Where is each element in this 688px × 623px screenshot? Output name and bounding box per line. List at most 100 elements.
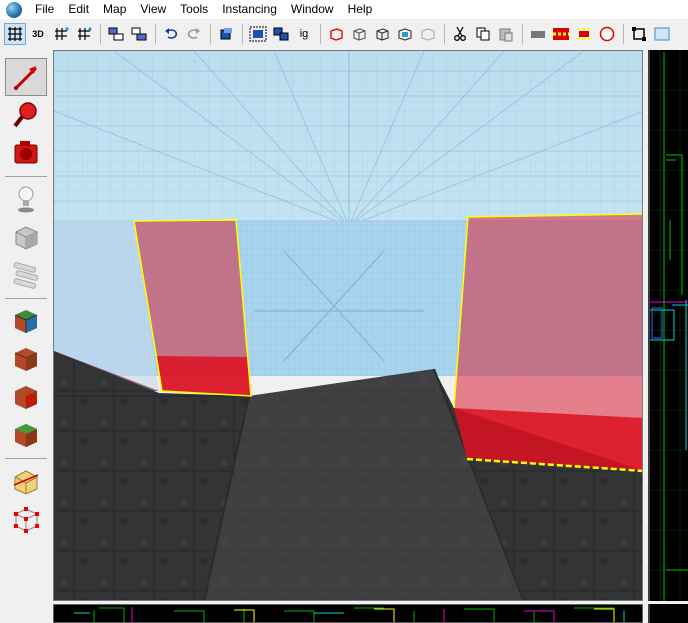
toggle-grid-button[interactable] bbox=[4, 23, 26, 45]
grid-smaller-icon bbox=[55, 27, 69, 40]
clipping-tool[interactable] bbox=[5, 462, 47, 500]
overlay-tool-icon bbox=[13, 262, 39, 289]
toggle-texture-icon bbox=[14, 310, 38, 333]
toolbar-separator bbox=[623, 24, 624, 44]
redo-icon bbox=[187, 28, 200, 39]
selection-box-icon bbox=[632, 27, 646, 41]
hazard-icon bbox=[553, 28, 569, 40]
clipping-tool-icon bbox=[13, 470, 39, 495]
cube-cordon-icon bbox=[398, 28, 412, 41]
palette-separator bbox=[5, 176, 47, 177]
palette-separator bbox=[5, 298, 47, 299]
larger-grid-button[interactable] bbox=[73, 23, 95, 45]
cube-show-icon bbox=[376, 28, 389, 41]
smaller-grid-button[interactable] bbox=[50, 23, 72, 45]
hazard-stripe-icon bbox=[577, 28, 591, 40]
selection-tool[interactable] bbox=[5, 58, 47, 96]
paste-button[interactable] bbox=[495, 23, 517, 45]
carve-button[interactable] bbox=[215, 23, 237, 45]
side-2d-viewport[interactable] bbox=[648, 604, 688, 623]
copy-button[interactable] bbox=[472, 23, 494, 45]
select-group-button[interactable] bbox=[247, 23, 269, 45]
menu-help[interactable]: Help bbox=[341, 0, 380, 19]
apply-overlay-icon bbox=[15, 424, 37, 447]
selection-box-button[interactable] bbox=[628, 23, 650, 45]
record-icon bbox=[599, 26, 615, 42]
vertex-tool-icon bbox=[14, 507, 39, 533]
toggle-models-button[interactable] bbox=[573, 23, 595, 45]
cube-red-icon bbox=[330, 28, 343, 41]
menu-file[interactable]: File bbox=[28, 0, 61, 19]
toolbar-separator bbox=[522, 24, 523, 44]
apply-overlay-tool[interactable] bbox=[5, 416, 47, 454]
camera-tool-icon bbox=[14, 141, 38, 164]
toggle-helpers-button[interactable] bbox=[550, 23, 572, 45]
viewport-scene bbox=[54, 51, 643, 600]
ignore-groups-button[interactable]: ig bbox=[293, 23, 315, 45]
redo-button[interactable] bbox=[183, 23, 205, 45]
menu-window[interactable]: Window bbox=[284, 0, 341, 19]
block-tool[interactable] bbox=[5, 218, 47, 256]
menu-instancing[interactable]: Instancing bbox=[215, 0, 284, 19]
magnify-tool[interactable] bbox=[5, 96, 47, 134]
hide-items-button[interactable] bbox=[527, 23, 549, 45]
menu-view[interactable]: View bbox=[133, 0, 173, 19]
cut-button[interactable] bbox=[449, 23, 471, 45]
menu-bar: File Edit Map View Tools Instancing Wind… bbox=[0, 0, 688, 19]
undo-button[interactable] bbox=[160, 23, 182, 45]
ungroup-button[interactable] bbox=[128, 23, 150, 45]
tool-palette bbox=[0, 50, 52, 623]
select-objects-icon bbox=[273, 27, 289, 41]
carve-icon bbox=[220, 28, 232, 40]
apply-texture-icon bbox=[14, 348, 38, 371]
ignore-groups-label: ig bbox=[299, 28, 309, 40]
camera-tool[interactable] bbox=[5, 134, 47, 172]
paste-icon bbox=[499, 28, 513, 42]
toggle-cordon-button[interactable] bbox=[417, 23, 439, 45]
copy-icon bbox=[476, 27, 490, 41]
menu-map[interactable]: Map bbox=[96, 0, 133, 19]
grid-icon bbox=[8, 27, 22, 41]
menu-edit[interactable]: Edit bbox=[61, 0, 96, 19]
decal-tool-icon bbox=[15, 386, 37, 409]
hide-selected-button[interactable] bbox=[325, 23, 347, 45]
front-2d-viewport[interactable] bbox=[53, 604, 643, 623]
toolbar-separator bbox=[320, 24, 321, 44]
toolbar-separator bbox=[155, 24, 156, 44]
texture-lock-icon bbox=[654, 27, 670, 41]
selection-tool-icon bbox=[14, 66, 38, 90]
grid-larger-icon bbox=[78, 27, 92, 40]
toolbar-separator bbox=[444, 24, 445, 44]
toolbar-separator bbox=[100, 24, 101, 44]
cube-faded-icon bbox=[421, 28, 435, 41]
main-toolbar: 3D ig bbox=[0, 20, 688, 48]
select-objects-button[interactable] bbox=[270, 23, 292, 45]
entity-tool-icon bbox=[18, 186, 34, 213]
entity-tool[interactable] bbox=[5, 180, 47, 218]
camera-3d-viewport[interactable] bbox=[53, 50, 643, 601]
ungroup-icon bbox=[131, 27, 147, 41]
hide-unselected-button[interactable] bbox=[348, 23, 370, 45]
show-hidden-button[interactable] bbox=[371, 23, 393, 45]
menu-tools[interactable]: Tools bbox=[173, 0, 215, 19]
grid-3d-label: 3D bbox=[32, 28, 44, 39]
select-group-icon bbox=[249, 26, 267, 42]
overlay-tool[interactable] bbox=[5, 256, 47, 294]
trigger-brush-right[interactable] bbox=[453, 213, 643, 473]
front-2d-grid bbox=[74, 607, 625, 622]
toolbar-separator bbox=[210, 24, 211, 44]
decal-tool[interactable] bbox=[5, 378, 47, 416]
top-2d-viewport[interactable] bbox=[648, 50, 688, 601]
globe-icon[interactable] bbox=[6, 1, 22, 18]
apply-texture-tool[interactable] bbox=[5, 340, 47, 378]
vertex-tool[interactable] bbox=[5, 500, 47, 538]
toggle-3d-grid-button[interactable]: 3D bbox=[27, 23, 49, 45]
gray-block-icon bbox=[531, 31, 545, 38]
record-button[interactable] bbox=[596, 23, 618, 45]
magnify-tool-icon bbox=[13, 102, 37, 128]
texture-lock-button[interactable] bbox=[651, 23, 673, 45]
group-button[interactable] bbox=[105, 23, 127, 45]
cube-outline-icon bbox=[353, 28, 366, 41]
cordon-button[interactable] bbox=[394, 23, 416, 45]
toggle-texture-tool[interactable] bbox=[5, 302, 47, 340]
